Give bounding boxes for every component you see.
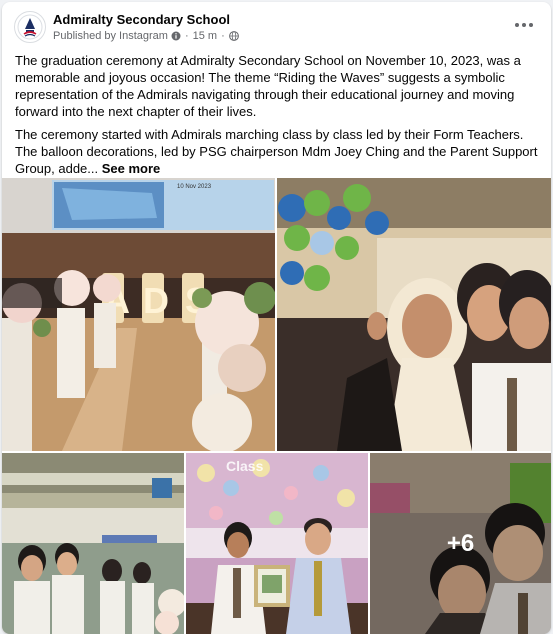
meta-separator: · bbox=[221, 30, 225, 42]
post-header: Admiralty Secondary School Published by … bbox=[2, 2, 551, 48]
ads-letter-d: D bbox=[143, 280, 169, 321]
published-by: Published by Instagram bbox=[53, 30, 168, 42]
post-paragraph-2-text: The ceremony started with Admirals march… bbox=[15, 127, 538, 176]
post-paragraph-2: The ceremony started with Admirals march… bbox=[15, 126, 540, 177]
photo-more[interactable]: +6 bbox=[370, 453, 551, 634]
photo-students-marching[interactable] bbox=[2, 453, 184, 634]
page-name[interactable]: Admiralty Secondary School bbox=[53, 12, 230, 27]
more-photos-overlay[interactable]: +6 bbox=[370, 453, 551, 634]
meta-separator: · bbox=[184, 30, 189, 42]
globe-icon[interactable] bbox=[228, 31, 239, 41]
avatar[interactable] bbox=[14, 11, 46, 43]
photo-award-presentation[interactable]: Class bbox=[186, 453, 368, 634]
photo-hall-decorations[interactable]: 10 Nov 2023 A D S bbox=[2, 178, 275, 451]
post-paragraph-1: The graduation ceremony at Admiralty Sec… bbox=[15, 53, 521, 119]
screen-date: 10 Nov 2023 bbox=[177, 184, 212, 190]
more-photos-count: +6 bbox=[446, 529, 475, 557]
post-meta: Published by Instagram · 15 m · bbox=[53, 30, 239, 42]
photo-group-selfie[interactable] bbox=[277, 178, 551, 451]
see-more-link[interactable]: See more bbox=[102, 161, 161, 176]
post-time[interactable]: 15 m bbox=[193, 30, 217, 42]
school-crest-icon bbox=[17, 14, 43, 40]
post-card: Admiralty Secondary School Published by … bbox=[2, 2, 551, 634]
info-icon[interactable] bbox=[171, 31, 181, 41]
more-options-icon[interactable] bbox=[511, 14, 537, 36]
post-text: The graduation ceremony at Admiralty Sec… bbox=[15, 52, 540, 183]
sign-text: Class bbox=[226, 458, 264, 474]
photo-grid: 10 Nov 2023 A D S bbox=[2, 178, 551, 634]
